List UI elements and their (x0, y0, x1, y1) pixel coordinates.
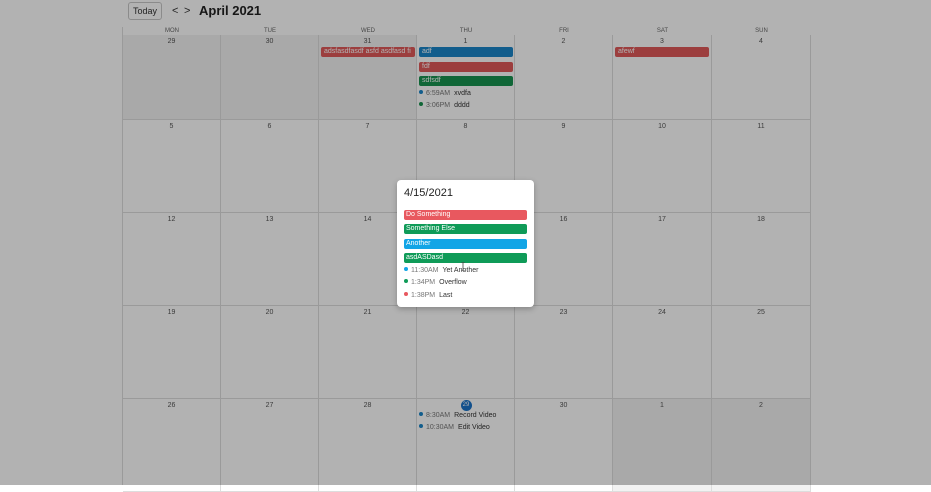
event-time: 1:38PM (411, 291, 436, 299)
event-time: 11:30AM (411, 267, 439, 274)
day-events-popover: 4/15/2021 Do Something Something Else Anot… (397, 180, 534, 307)
popover-event-item[interactable]: 11:30AM Yet Another (404, 266, 478, 276)
event-color-dot (404, 279, 408, 284)
popover-event-item[interactable]: 1:38PM Last (404, 291, 452, 301)
popover-event-bar[interactable]: Another (404, 238, 527, 249)
popover-event-bar[interactable]: Something Else (404, 224, 527, 235)
event-color-dot (404, 291, 408, 296)
popover-event-item[interactable]: 1:34PM Overflow (404, 278, 467, 288)
event-color-dot (404, 267, 408, 272)
text-cursor-icon (461, 262, 465, 271)
event-title: Overflow (439, 279, 467, 287)
event-time: 1:34PM (411, 279, 436, 287)
event-title: Last (439, 291, 453, 299)
popover-date-title: 4/15/2021 (404, 187, 453, 199)
popover-event-bar[interactable]: Do Something (404, 210, 527, 220)
